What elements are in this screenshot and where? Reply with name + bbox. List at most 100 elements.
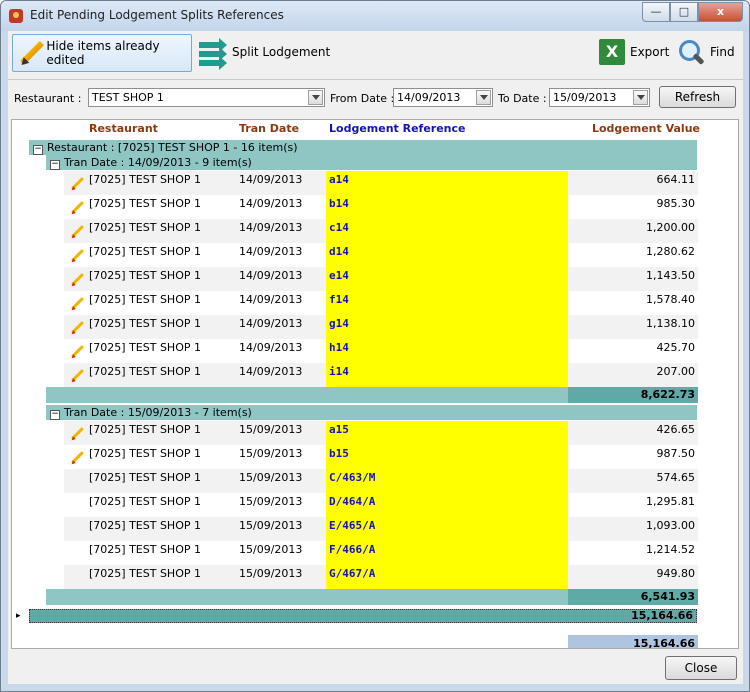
cell-restaurant: [7025] TEST SHOP 1 <box>89 341 201 354</box>
to-date-picker[interactable]: 15/09/2013 <box>549 88 650 107</box>
hide-edited-button[interactable]: Hide items already edited <box>12 34 192 72</box>
cell-lodgement-value: 1,143.50 <box>568 267 698 291</box>
title-bar[interactable]: Edit Pending Lodgement Splits References… <box>1 1 749 31</box>
cell-lodgement-value: 1,138.10 <box>568 315 698 339</box>
toolbar-divider <box>8 79 743 80</box>
chevron-down-icon[interactable] <box>633 90 648 105</box>
edited-pencil-icon[interactable] <box>70 297 84 311</box>
cell-lodgement-reference[interactable]: a14 <box>326 171 568 195</box>
table-row[interactable]: [7025] TEST SHOP 1 14/09/2013 g14 1,138.10 <box>12 315 738 339</box>
cell-tran-date: 14/09/2013 <box>239 293 303 306</box>
split-lodgement-button[interactable]: Split Lodgement <box>192 34 335 70</box>
table-row[interactable]: [7025] TEST SHOP 1 14/09/2013 h14 425.70 <box>12 339 738 363</box>
edited-pencil-icon[interactable] <box>70 273 84 287</box>
col-restaurant[interactable]: Restaurant <box>89 122 158 135</box>
table-row[interactable]: [7025] TEST SHOP 1 14/09/2013 a14 664.11 <box>12 171 738 195</box>
cell-lodgement-reference[interactable]: E/465/A <box>326 517 568 541</box>
find-label: Find <box>710 45 735 59</box>
minimize-button[interactable]: — <box>642 2 670 22</box>
cell-restaurant: [7025] TEST SHOP 1 <box>89 447 201 460</box>
edited-pencil-icon[interactable] <box>70 345 84 359</box>
table-row[interactable]: [7025] TEST SHOP 1 15/09/2013 C/463/M 574.6… <box>12 469 738 493</box>
chevron-down-icon[interactable] <box>476 90 491 105</box>
refresh-button[interactable]: Refresh <box>659 86 736 108</box>
table-row[interactable]: [7025] TEST SHOP 1 15/09/2013 G/467/A 949.8… <box>12 565 738 589</box>
cell-lodgement-reference[interactable]: G/467/A <box>326 565 568 589</box>
cell-restaurant: [7025] TEST SHOP 1 <box>89 471 201 484</box>
cell-lodgement-reference[interactable]: g14 <box>326 315 568 339</box>
collapse-icon[interactable]: − <box>50 410 60 420</box>
from-date-value: 14/09/2013 <box>397 91 461 104</box>
to-date-value: 15/09/2013 <box>553 91 617 104</box>
cell-tran-date: 15/09/2013 <box>239 471 303 484</box>
table-row[interactable]: [7025] TEST SHOP 1 15/09/2013 E/465/A 1,093… <box>12 517 738 541</box>
cell-tran-date: 15/09/2013 <box>239 567 303 580</box>
window-title: Edit Pending Lodgement Splits References <box>30 8 284 22</box>
cell-lodgement-reference[interactable]: b14 <box>326 195 568 219</box>
date-group-row[interactable]: − Tran Date : 14/09/2013 - 9 item(s) <box>46 155 697 170</box>
cell-lodgement-value: 987.50 <box>568 445 698 469</box>
edited-pencil-icon[interactable] <box>70 451 84 465</box>
col-tran-date[interactable]: Tran Date <box>239 122 299 135</box>
cell-tran-date: 15/09/2013 <box>239 423 303 436</box>
cell-lodgement-value: 425.70 <box>568 339 698 363</box>
cell-lodgement-reference[interactable]: C/463/M <box>326 469 568 493</box>
edited-pencil-icon[interactable] <box>70 177 84 191</box>
restaurant-group-label: Restaurant : [7025] TEST SHOP 1 - 16 ite… <box>47 141 298 154</box>
chevron-down-icon[interactable] <box>308 90 323 105</box>
cell-lodgement-reference[interactable]: d14 <box>326 243 568 267</box>
restaurant-total-row[interactable]: 15,164.66 <box>29 609 697 623</box>
cell-lodgement-reference[interactable]: f14 <box>326 291 568 315</box>
maximize-button[interactable]: □ <box>670 2 698 22</box>
cell-lodgement-reference[interactable]: e14 <box>326 267 568 291</box>
edited-pencil-icon[interactable] <box>70 427 84 441</box>
magnifier-icon <box>677 38 705 66</box>
export-button[interactable]: X Export <box>594 34 674 70</box>
from-date-picker[interactable]: 14/09/2013 <box>393 88 493 107</box>
app-icon <box>9 9 23 23</box>
table-row[interactable]: [7025] TEST SHOP 1 15/09/2013 D/464/A 1,295… <box>12 493 738 517</box>
restaurant-select[interactable]: TEST SHOP 1 <box>88 88 325 107</box>
cell-lodgement-reference[interactable]: a15 <box>326 421 568 445</box>
cell-lodgement-reference[interactable]: b15 <box>326 445 568 469</box>
from-date-label: From Date : <box>330 92 395 105</box>
table-row[interactable]: [7025] TEST SHOP 1 15/09/2013 F/466/A 1,214… <box>12 541 738 565</box>
table-row[interactable]: [7025] TEST SHOP 1 15/09/2013 a15 426.65 <box>12 421 738 445</box>
cell-restaurant: [7025] TEST SHOP 1 <box>89 423 201 436</box>
cell-lodgement-value: 574.65 <box>568 469 698 493</box>
edited-pencil-icon[interactable] <box>70 225 84 239</box>
cell-lodgement-reference[interactable]: i14 <box>326 363 568 387</box>
table-row[interactable]: [7025] TEST SHOP 1 14/09/2013 b14 985.30 <box>12 195 738 219</box>
table-row[interactable]: [7025] TEST SHOP 1 14/09/2013 d14 1,280.62 <box>12 243 738 267</box>
cell-lodgement-reference[interactable]: c14 <box>326 219 568 243</box>
cell-lodgement-reference[interactable]: F/466/A <box>326 541 568 565</box>
col-lodgement-reference[interactable]: Lodgement Reference <box>329 122 466 135</box>
col-lodgement-value[interactable]: Lodgement Value <box>592 122 700 135</box>
table-row[interactable]: [7025] TEST SHOP 1 14/09/2013 f14 1,578.40 <box>12 291 738 315</box>
cell-tran-date: 15/09/2013 <box>239 543 303 556</box>
collapse-icon[interactable]: − <box>33 145 43 155</box>
edited-pencil-icon[interactable] <box>70 321 84 335</box>
find-button[interactable]: Find <box>672 34 740 70</box>
edited-pencil-icon[interactable] <box>70 249 84 263</box>
cell-lodgement-reference[interactable]: h14 <box>326 339 568 363</box>
filter-bar: Restaurant : TEST SHOP 1 From Date : 14/… <box>8 83 743 113</box>
group-total-value: 8,622.73 <box>568 387 698 403</box>
edited-pencil-icon[interactable] <box>70 201 84 215</box>
table-row[interactable]: [7025] TEST SHOP 1 14/09/2013 c14 1,200.00 <box>12 219 738 243</box>
close-button[interactable]: Close <box>665 656 737 680</box>
cell-restaurant: [7025] TEST SHOP 1 <box>89 197 201 210</box>
table-row[interactable]: [7025] TEST SHOP 1 15/09/2013 b15 987.50 <box>12 445 738 469</box>
cell-restaurant: [7025] TEST SHOP 1 <box>89 543 201 556</box>
cell-lodgement-reference[interactable]: D/464/A <box>326 493 568 517</box>
close-window-button[interactable]: x <box>698 2 743 22</box>
cell-restaurant: [7025] TEST SHOP 1 <box>89 519 201 532</box>
restaurant-label: Restaurant : <box>14 92 82 105</box>
edited-pencil-icon[interactable] <box>70 369 84 383</box>
collapse-icon[interactable]: − <box>50 160 60 170</box>
date-group-row[interactable]: − Tran Date : 15/09/2013 - 7 item(s) <box>46 405 697 420</box>
lodgement-grid: Restaurant Tran Date Lodgement Reference… <box>11 119 739 649</box>
table-row[interactable]: [7025] TEST SHOP 1 14/09/2013 e14 1,143.50 <box>12 267 738 291</box>
table-row[interactable]: [7025] TEST SHOP 1 14/09/2013 i14 207.00 <box>12 363 738 387</box>
restaurant-group-row[interactable]: − Restaurant : [7025] TEST SHOP 1 - 16 it… <box>29 140 697 155</box>
